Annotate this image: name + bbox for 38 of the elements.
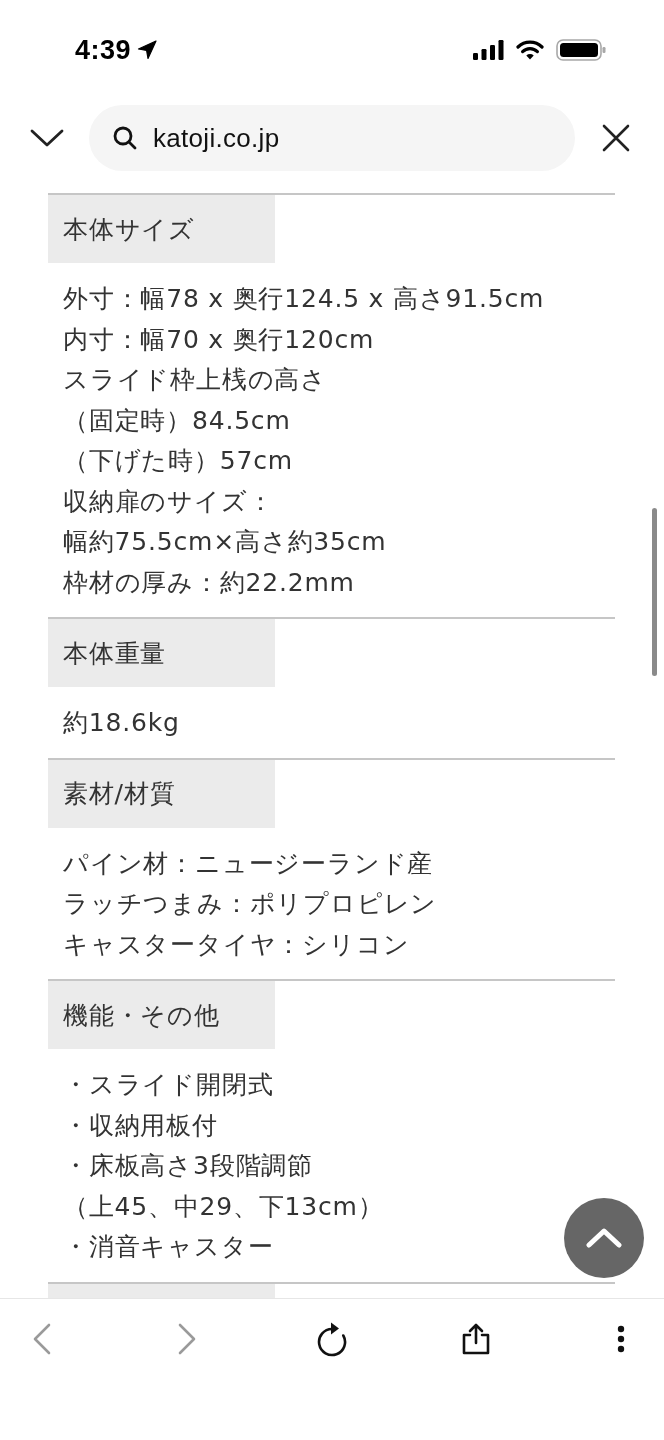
spec-text: ・床板高さ3段階調節 (63, 1150, 314, 1182)
section-heading: 本体サイズ (48, 195, 275, 263)
cellular-signal-icon (473, 40, 504, 60)
chevron-up-icon (586, 1228, 622, 1248)
spec-text: スライド枠上桟の高さ (63, 364, 328, 396)
more-icon (617, 1325, 625, 1353)
close-icon (602, 124, 630, 152)
spec-text: 約18.6kg (63, 707, 181, 739)
section-heading: 機能・その他 (48, 981, 275, 1049)
collapse-button[interactable] (30, 128, 64, 148)
close-button[interactable] (602, 124, 630, 152)
reload-icon (315, 1321, 348, 1357)
wifi-icon (516, 40, 544, 60)
spec-text: 幅約75.5cm×高さ約35cm (63, 526, 388, 558)
battery-icon (556, 39, 606, 61)
spec-text: パイン材：ニュージーランド産 (63, 847, 435, 880)
spec-text: （固定時）84.5cm (63, 404, 292, 437)
search-icon (113, 126, 137, 150)
status-time: 4:39 (75, 34, 132, 66)
location-arrow-icon (137, 40, 158, 60)
spec-text: ・収納用板付 (63, 1109, 219, 1142)
chevron-down-icon (30, 128, 64, 148)
chevron-right-icon (177, 1323, 196, 1355)
spec-text: 内寸：幅70 x 奥行120cm (63, 323, 376, 356)
spec-text: ・スライド開閉式 (63, 1069, 275, 1101)
spec-text: 枠材の厚み：約22.2mm (63, 566, 356, 599)
spec-text: （下げた時）57cm (63, 445, 294, 477)
section-heading: 素材/材質 (48, 759, 275, 828)
section-heading: 本体重量 (48, 619, 275, 687)
spec-text: 収納扉のサイズ： (63, 485, 275, 518)
spec-text: キャスタータイヤ：シリコン (63, 928, 411, 961)
spec-text: ラッチつまみ：ポリプロピレン (63, 888, 439, 920)
address-field[interactable]: katoji.co.jp (89, 105, 575, 171)
spec-text: ・消音キャスター (63, 1231, 275, 1263)
share-icon (461, 1323, 492, 1355)
spec-text: 外寸：幅78 x 奥行124.5 x 高さ91.5cm (63, 283, 546, 315)
spec-text: （上45、中29、下13cm） (63, 1190, 385, 1223)
chevron-left-icon (33, 1323, 51, 1355)
